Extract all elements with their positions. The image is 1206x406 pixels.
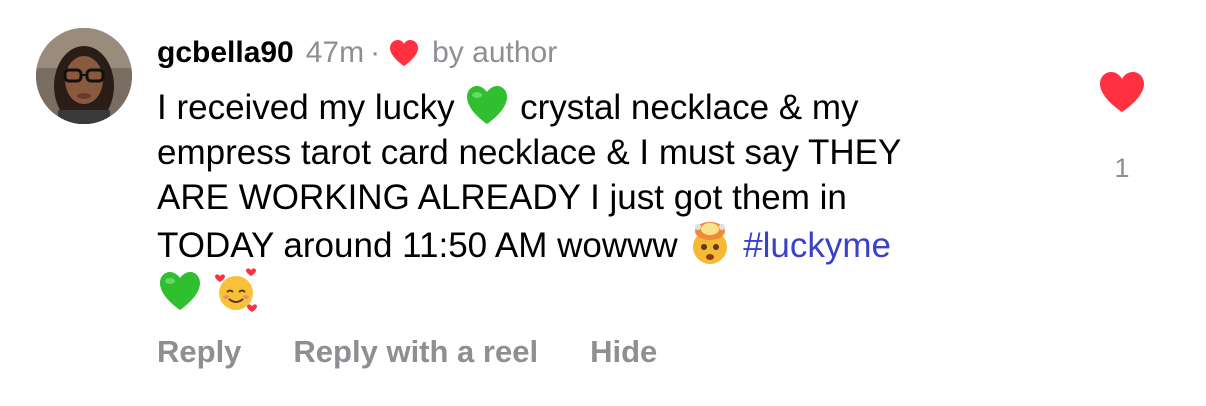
- separator-dot: ·: [370, 36, 381, 69]
- exploding-head-icon: [693, 222, 728, 264]
- like-count: 1: [1114, 153, 1130, 183]
- like-heart-icon[interactable]: [1098, 70, 1146, 114]
- comment: gcbella90 47m · by author I received my …: [157, 30, 1057, 316]
- avatar[interactable]: [36, 28, 132, 124]
- green-heart-icon: [467, 86, 508, 124]
- avatar-photo: [36, 28, 132, 124]
- username[interactable]: gcbella90: [157, 36, 294, 70]
- timestamp: 47m: [305, 36, 365, 69]
- hashtag-link[interactable]: #luckyme: [743, 226, 891, 265]
- liked-by-author-label: by author: [432, 36, 558, 69]
- hide-button[interactable]: Hide: [590, 334, 657, 370]
- reply-with-reel-button[interactable]: Reply with a reel: [293, 334, 538, 370]
- comment-line: ARE WORKING ALREADY I just got them in: [157, 178, 847, 217]
- reply-button[interactable]: Reply: [157, 334, 241, 370]
- comment-meta: gcbella90 47m · by author: [157, 30, 1057, 76]
- comment-line: TODAY around 11:50 AM wowww #luckyme: [157, 220, 1037, 268]
- comment-line: empress tarot card necklace & I must say…: [157, 133, 902, 172]
- comment-line: I received my lucky crystal necklace & m…: [157, 82, 1037, 130]
- comment-text-segment: crystal necklace & my: [520, 88, 859, 127]
- comment-text: I received my lucky crystal necklace & m…: [157, 82, 1037, 316]
- like-area: 1: [1096, 70, 1148, 184]
- heart-icon: [390, 40, 419, 66]
- comment-text-segment: TODAY around 11:50 AM wowww: [157, 226, 678, 265]
- comment-line: [157, 268, 1037, 316]
- comment-actions: Reply Reply with a reel Hide: [157, 334, 709, 370]
- green-heart-icon: [160, 272, 200, 310]
- smiling-face-with-hearts-icon: [214, 268, 257, 312]
- comment-text-segment: I received my lucky: [157, 88, 455, 127]
